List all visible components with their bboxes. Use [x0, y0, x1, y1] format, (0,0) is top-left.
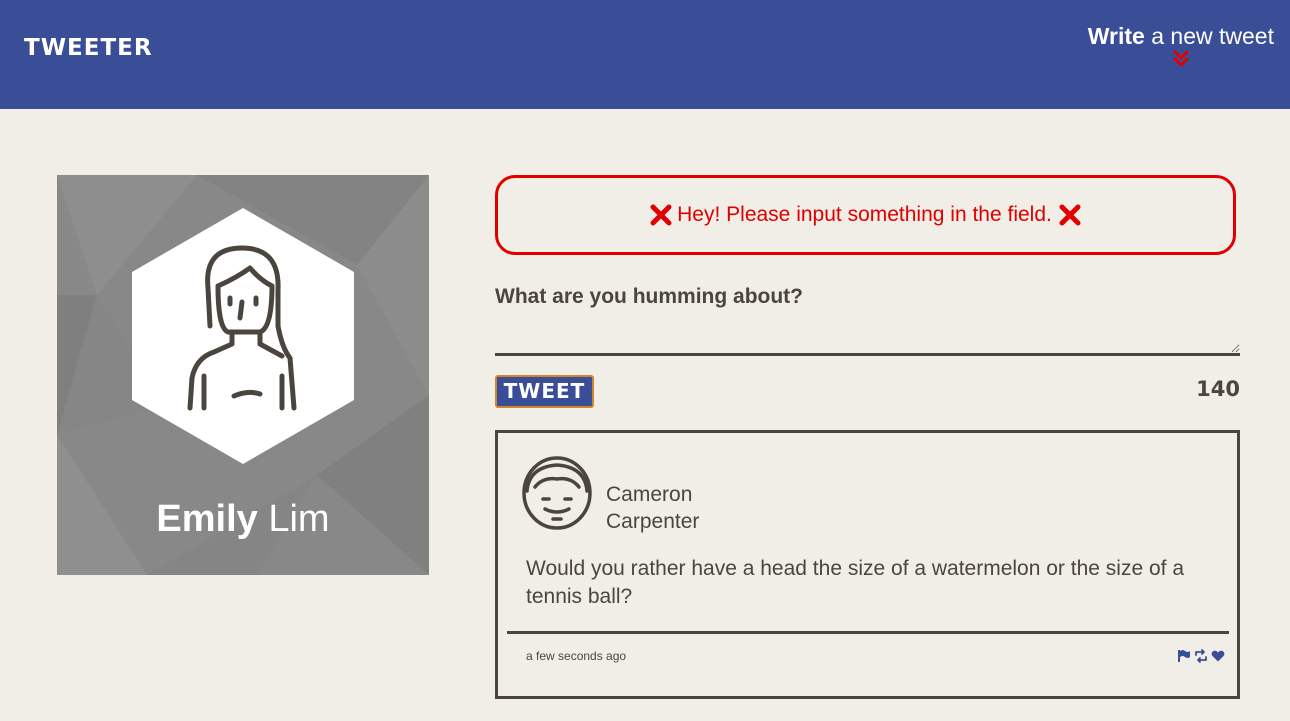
top-nav-bar: TWEETER Write a new tweet — [0, 0, 1290, 109]
profile-last-name: Lim — [268, 498, 330, 540]
profile-avatar — [132, 208, 354, 469]
tweet-divider — [507, 631, 1229, 634]
character-counter: 140 — [1196, 377, 1240, 401]
profile-name: Emily Lim — [57, 497, 429, 541]
tweet-body: Would you rather have a head the size of… — [526, 557, 1184, 608]
compose-toggle-button[interactable]: Write a new tweet — [1088, 22, 1274, 68]
error-message: Hey! Please input something in the field… — [495, 175, 1236, 255]
flag-icon[interactable] — [1177, 649, 1191, 663]
error-text: Hey! Please input something in the field… — [677, 203, 1052, 226]
compose-toggle-bold: Write — [1087, 23, 1145, 49]
heart-icon[interactable] — [1211, 649, 1225, 663]
tweet-author-avatar — [522, 456, 592, 530]
x-mark-icon — [1059, 204, 1081, 226]
tweet-submit-button[interactable]: TWEET — [495, 375, 594, 408]
tweet-input-label: What are you humming about? — [495, 285, 803, 308]
tweet-timestamp: a few seconds ago — [526, 649, 627, 663]
double-chevron-down-icon[interactable] — [1173, 50, 1189, 68]
x-mark-icon — [650, 204, 672, 226]
tweet-author-name: Cameron Carpenter — [606, 481, 699, 535]
tweet-actions — [1177, 649, 1225, 663]
compose-toggle-text: a new tweet — [1151, 23, 1274, 49]
retweet-icon[interactable] — [1194, 649, 1208, 663]
profile-first-name: Emily — [156, 498, 258, 540]
tweet-author-first: Cameron — [606, 483, 693, 506]
profile-card: Emily Lim — [57, 175, 429, 575]
brand-logo[interactable]: TWEETER — [24, 34, 153, 62]
tweet-text-input[interactable] — [495, 318, 1240, 356]
tweet-card: Cameron Carpenter Would you rather have … — [495, 430, 1240, 699]
tweet-author-last: Carpenter — [606, 510, 700, 533]
